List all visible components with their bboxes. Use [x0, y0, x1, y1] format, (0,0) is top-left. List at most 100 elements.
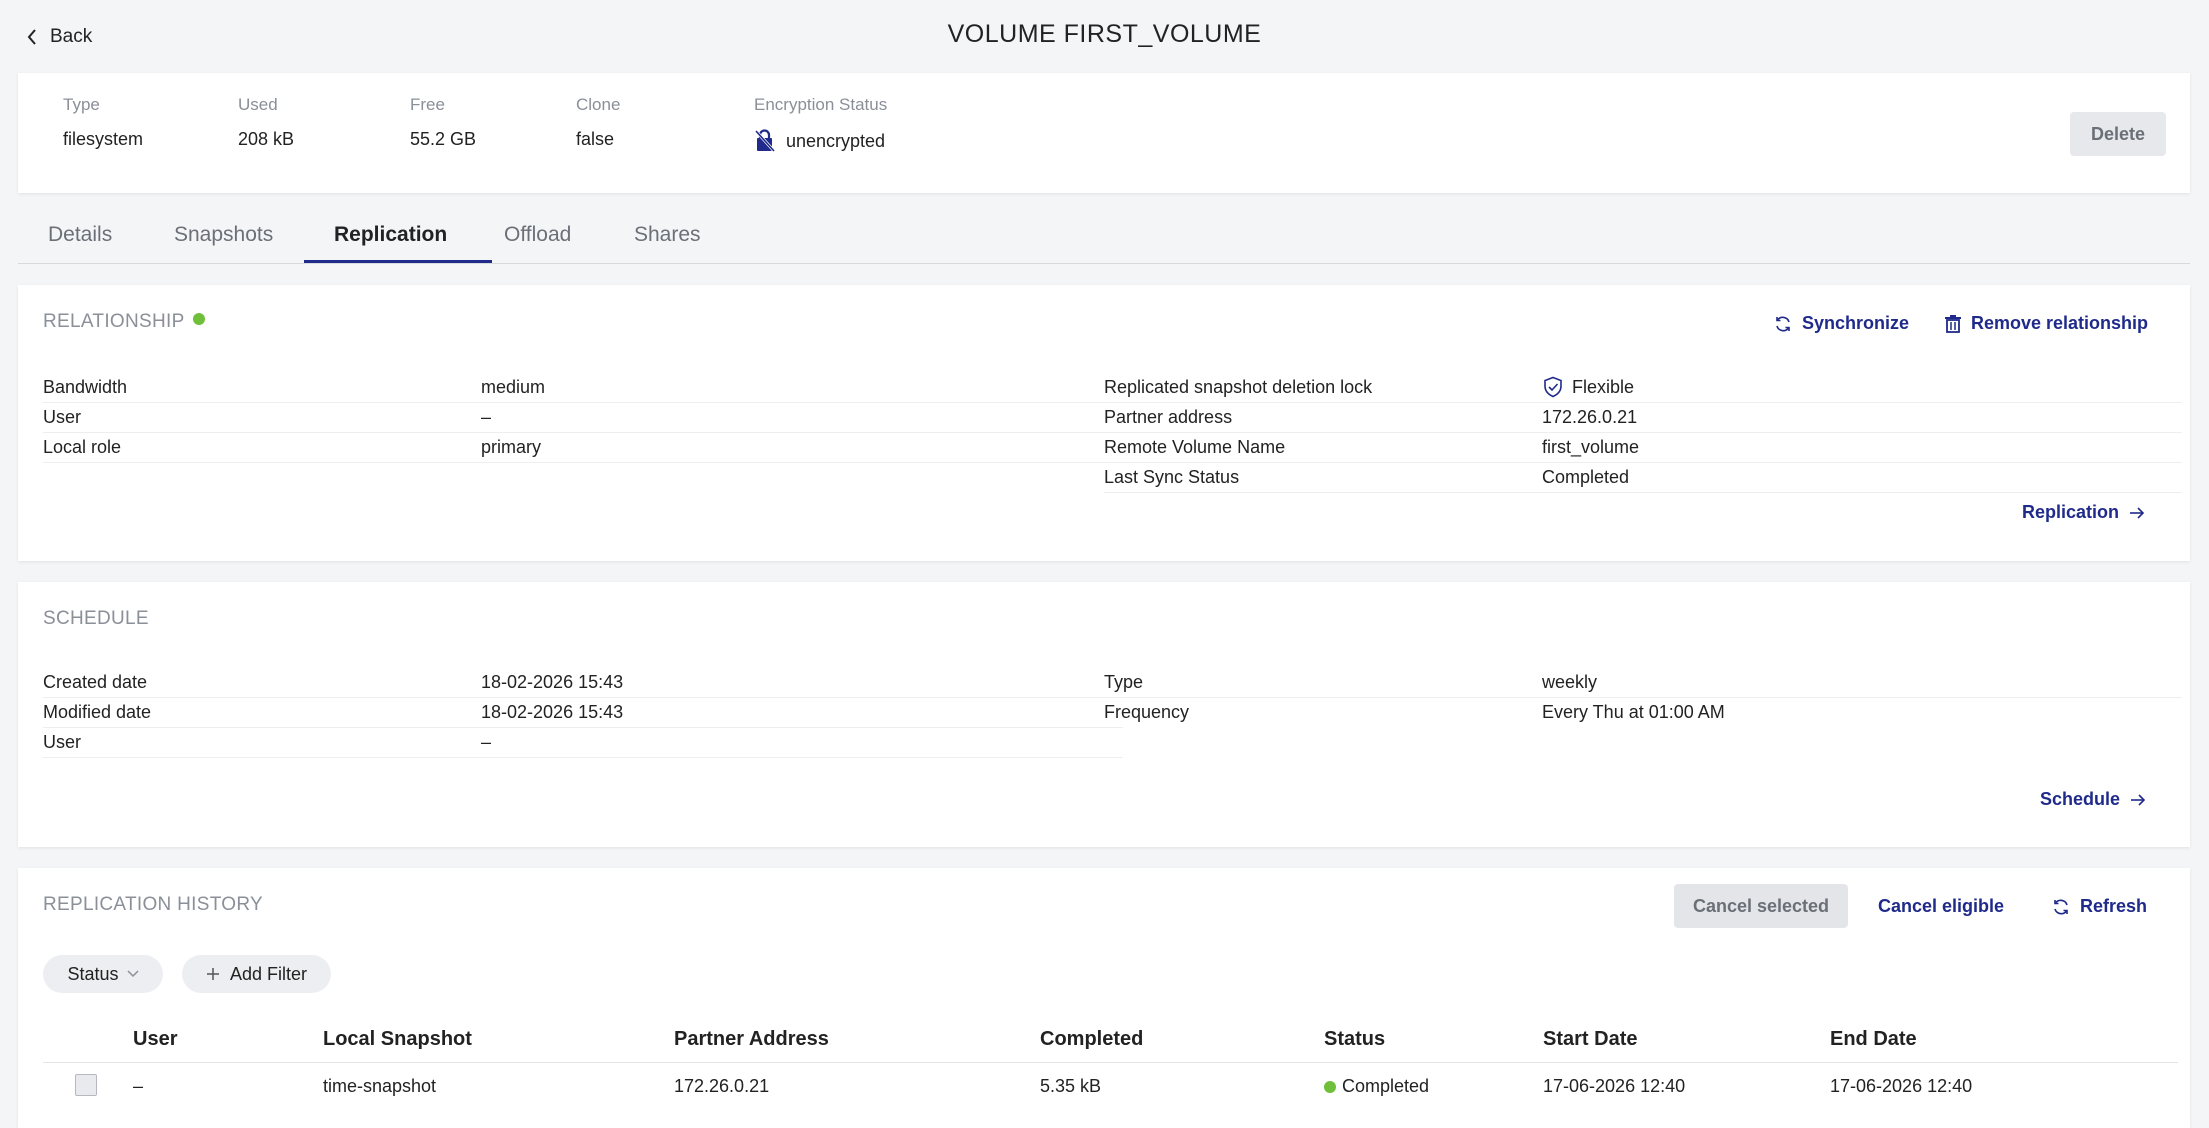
row-checkbox[interactable]: [75, 1074, 97, 1096]
unlocked-icon: [754, 129, 776, 153]
column-header-completed[interactable]: Completed: [1040, 1028, 1143, 1051]
replication-history-card: REPLICATION HISTORY Cancel selected Canc…: [18, 868, 2190, 1128]
refresh-icon: [2054, 899, 2068, 914]
active-tab-indicator: [304, 260, 492, 263]
schedule-link[interactable]: Schedule: [2040, 789, 2146, 810]
kv-row: Remote Volume Name first_volume: [1104, 432, 2182, 463]
kv-value: –: [481, 731, 492, 752]
cancel-eligible-button[interactable]: Cancel eligible: [1878, 896, 2004, 917]
cell-start-date: 17-06-2026 12:40: [1543, 1076, 1686, 1096]
tab-details[interactable]: Details: [48, 223, 112, 247]
kv-row: User –: [43, 402, 1123, 433]
cell-partner-address: 172.26.0.21: [674, 1076, 770, 1096]
table-header: User Local Snapshot Partner Address Comp…: [43, 1020, 2178, 1063]
volume-summary-card: Type filesystem Used 208 kB Free 55.2 GB…: [18, 73, 2190, 193]
sync-icon: [1776, 316, 1790, 331]
summary-free: Free 55.2 GB: [410, 95, 476, 150]
replication-link[interactable]: Replication: [2022, 502, 2145, 523]
column-header-start-date[interactable]: Start Date: [1543, 1028, 1637, 1051]
delete-button[interactable]: Delete: [2070, 112, 2166, 156]
kv-key: Partner address: [1104, 406, 1233, 427]
kv-value: 18-02-2026 15:43: [481, 701, 624, 722]
tab-shares[interactable]: Shares: [634, 223, 701, 247]
refresh-label: Refresh: [2080, 896, 2148, 916]
column-header-status[interactable]: Status: [1324, 1028, 1385, 1051]
synchronize-label: Synchronize: [1802, 313, 1910, 333]
status-dot: [1324, 1080, 1336, 1093]
kv-value: Every Thu at 01:00 AM: [1542, 701, 1725, 722]
cell-status-text: Completed: [1342, 1076, 1430, 1096]
kv-row: User –: [43, 727, 1123, 758]
tab-bar: Details Snapshots Replication Offload Sh…: [18, 205, 2190, 264]
encryption-value-row: unencrypted: [754, 129, 887, 153]
deletion-lock-value: Flexible: [1572, 376, 1635, 397]
summary-used: Used 208 kB: [238, 95, 294, 150]
column-header-local-snapshot[interactable]: Local Snapshot: [323, 1028, 472, 1051]
history-title: REPLICATION HISTORY: [43, 894, 264, 915]
add-filter-label: Add Filter: [229, 963, 308, 984]
clone-value: false: [576, 129, 615, 149]
kv-row: Created date 18-02-2026 15:43: [43, 667, 1123, 698]
used-value: 208 kB: [238, 129, 295, 149]
arrow-right-icon: [2131, 793, 2146, 806]
remove-relationship-button[interactable]: Remove relationship: [1945, 313, 2148, 334]
cell-status: Completed: [1324, 1076, 1429, 1097]
kv-key: Replicated snapshot deletion lock: [1104, 376, 1373, 397]
plus-icon: [206, 968, 219, 980]
relationship-status-dot: [192, 312, 205, 325]
kv-row: Bandwidth medium: [43, 372, 1123, 403]
summary-type: Type filesystem: [63, 95, 143, 150]
status-filter-dropdown[interactable]: Status: [43, 955, 163, 993]
schedule-title: SCHEDULE: [43, 608, 149, 629]
summary-encryption: Encryption Status unencrypted: [754, 95, 887, 153]
kv-row: Last Sync Status Completed: [1104, 462, 2182, 493]
add-filter-button[interactable]: Add Filter: [182, 955, 331, 993]
kv-value: first_volume: [1542, 436, 1640, 457]
kv-value: –: [481, 406, 492, 427]
trash-icon: [1945, 314, 1961, 333]
column-header-user[interactable]: User: [133, 1028, 177, 1051]
shield-check-icon: [1544, 376, 1562, 398]
arrow-right-icon: [2130, 506, 2145, 519]
kv-value: Completed: [1542, 466, 1630, 487]
page-title: VOLUME FIRST_VOLUME: [947, 20, 1262, 48]
kv-row: Type weekly: [1104, 667, 2182, 698]
type-value: filesystem: [63, 129, 144, 149]
status-filter-label: Status: [67, 963, 119, 984]
cancel-selected-button[interactable]: Cancel selected: [1674, 884, 1848, 928]
kv-key: Local role: [43, 436, 122, 457]
kv-key: Modified date: [43, 701, 152, 722]
kv-key: Last Sync Status: [1104, 466, 1240, 487]
cell-local-snapshot: time-snapshot: [323, 1076, 437, 1096]
tab-offload[interactable]: Offload: [504, 223, 571, 247]
kv-row: Local role primary: [43, 432, 1123, 463]
kv-key: Created date: [43, 671, 148, 692]
column-header-partner-address[interactable]: Partner Address: [674, 1028, 829, 1051]
kv-key: Frequency: [1104, 701, 1190, 722]
clone-label: Clone: [576, 95, 621, 114]
kv-key: User: [43, 406, 82, 427]
free-value: 55.2 GB: [410, 129, 477, 149]
cell-end-date: 17-06-2026 12:40: [1830, 1076, 1973, 1096]
table-row[interactable]: – time-snapshot 172.26.0.21 5.35 kB Comp…: [43, 1062, 2178, 1110]
kv-value: weekly: [1542, 671, 1598, 692]
synchronize-button[interactable]: Synchronize: [1774, 313, 1909, 334]
column-header-end-date[interactable]: End Date: [1830, 1028, 1917, 1051]
remove-relationship-label: Remove relationship: [1971, 313, 2149, 333]
kv-value: primary: [481, 436, 542, 457]
used-label: Used: [238, 95, 278, 114]
relationship-title: RELATIONSHIP: [43, 311, 205, 333]
kv-key: Type: [1104, 671, 1144, 692]
cell-completed: 5.35 kB: [1040, 1076, 1102, 1096]
summary-clone: Clone false: [576, 95, 620, 150]
tab-snapshots[interactable]: Snapshots: [174, 223, 273, 247]
free-label: Free: [410, 95, 445, 114]
kv-key: User: [43, 731, 82, 752]
kv-value: 172.26.0.21: [1542, 406, 1638, 427]
kv-value-with-icon: Flexible: [1542, 376, 1634, 398]
kv-row: Partner address 172.26.0.21: [1104, 402, 2182, 433]
tab-replication[interactable]: Replication: [334, 223, 447, 247]
encryption-value: unencrypted: [786, 130, 886, 151]
refresh-button[interactable]: Refresh: [2052, 896, 2147, 917]
kv-value: medium: [481, 376, 546, 397]
